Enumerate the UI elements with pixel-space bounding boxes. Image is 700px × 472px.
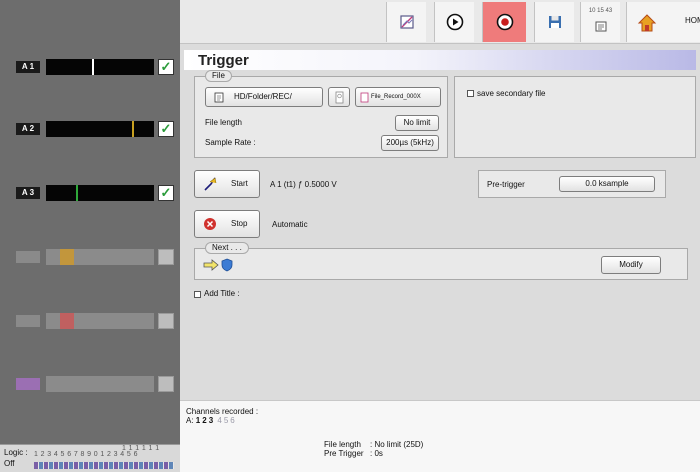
logic-label: Logic : <box>4 448 28 457</box>
logic-bit-strip <box>34 462 174 469</box>
start-trigger-icon <box>204 177 217 191</box>
channel-checkbox[interactable]: ✓ <box>158 59 174 75</box>
record-name-button[interactable]: File_Record_000X <box>355 87 441 107</box>
trace-marker <box>132 121 134 137</box>
document-icon <box>360 92 369 103</box>
stop-icon <box>204 218 216 230</box>
file-length-button[interactable]: No limit <box>395 115 439 131</box>
next-legend: Next . . . <box>205 242 249 254</box>
file-options-button[interactable] <box>328 87 350 107</box>
home-button[interactable]: HOME <box>626 2 700 42</box>
channel-row-6[interactable] <box>16 373 176 395</box>
recording-summary: Channels recorded : A: 123 456 File leng… <box>180 400 700 472</box>
home-label: HOME <box>685 16 700 25</box>
active-channels: 123 <box>195 416 214 425</box>
file-legend: File <box>205 70 232 82</box>
clock-time: 10 15 43 <box>588 8 613 14</box>
channels-prefix: A: <box>186 416 194 425</box>
channel-trace[interactable] <box>46 121 154 137</box>
image-button[interactable] <box>386 2 426 42</box>
channel-row-a1[interactable]: A 1 ✓ <box>16 56 176 78</box>
channel-tag <box>16 378 40 390</box>
logic-numbers: 1 2 3 4 5 6 7 8 9 0 1 2 3 4 5 6 <box>34 451 138 458</box>
channel-trace[interactable] <box>46 376 154 392</box>
channel-checkbox[interactable]: ✓ <box>158 121 174 137</box>
folder-path: HD/Folder/REC/ <box>234 92 292 101</box>
trace-marker <box>60 249 74 265</box>
play-button[interactable] <box>434 2 474 42</box>
record-button[interactable] <box>482 2 526 42</box>
clock-settings-button[interactable]: 10 15 43 <box>580 2 620 42</box>
start-condition: A 1 (t1) ƒ 0.5000 V <box>270 180 337 189</box>
summary-file-length-value: : No limit (25D) <box>370 440 424 449</box>
modify-button[interactable]: Modify <box>601 256 661 274</box>
add-title-label: Add Title : <box>204 289 240 298</box>
secondary-file-group: save secondary file <box>454 76 696 158</box>
logic-channels-strip[interactable]: Logic : Off 1 1 1 1 1 1 1 2 3 4 5 6 7 8 … <box>0 444 180 472</box>
channel-checkbox[interactable] <box>158 376 174 392</box>
trace-marker <box>92 59 94 75</box>
stop-button[interactable]: Stop <box>194 210 260 238</box>
channel-tag <box>16 315 40 327</box>
logic-state: Off <box>4 459 15 468</box>
inactive-channels: 456 <box>217 416 235 425</box>
save-button[interactable] <box>534 2 574 42</box>
channel-tag <box>16 251 40 263</box>
file-group: File HD/Folder/REC/ File_Record_000X Fil… <box>194 70 448 158</box>
pretrigger-value-button[interactable]: 0.0 ksample <box>559 176 655 192</box>
dialog-title: Trigger <box>198 52 249 69</box>
folder-path-button[interactable]: HD/Folder/REC/ <box>205 87 323 107</box>
folder-icon <box>214 92 224 103</box>
channels-recorded-label: Channels recorded : <box>186 407 259 416</box>
stop-label: Stop <box>231 219 248 228</box>
channel-checkbox[interactable]: ✓ <box>158 185 174 201</box>
trace-marker <box>76 185 78 201</box>
channel-checkbox[interactable] <box>158 249 174 265</box>
secondary-file-checkbox[interactable] <box>467 90 474 97</box>
sample-rate-label: Sample Rate : <box>205 138 256 147</box>
home-icon <box>637 14 657 32</box>
channel-tag: A 2 <box>16 123 40 135</box>
channels-recorded-list: A: 123 456 <box>186 416 237 425</box>
floppy-disk-icon <box>548 16 561 28</box>
channel-trace[interactable] <box>46 185 154 201</box>
channel-checkbox[interactable] <box>158 313 174 329</box>
settings-icon <box>595 21 606 32</box>
toolbar: 10 15 43 HOME <box>180 0 700 44</box>
summary-pretrigger-label: Pre Trigger <box>324 449 364 458</box>
trigger-dialog: Trigger File HD/Folder/REC/ File_Record_… <box>180 44 700 400</box>
channel-row-a3[interactable]: A 3 ✓ <box>16 182 176 204</box>
file-properties-icon <box>335 91 344 104</box>
start-label: Start <box>231 179 248 188</box>
channel-row-a2[interactable]: A 2 ✓ <box>16 118 176 140</box>
stop-condition: Automatic <box>272 220 308 229</box>
image-icon <box>399 15 414 29</box>
record-name: File_Record_000X <box>371 94 421 100</box>
record-icon <box>496 13 513 31</box>
channel-row-5[interactable] <box>16 310 176 332</box>
pretrigger-label: Pre-trigger <box>487 180 525 189</box>
next-arrow-icon <box>203 259 219 271</box>
channel-panel: A 1 ✓ A 2 ✓ A 3 ✓ Logic : Off 1 1 1 1 1 … <box>0 0 180 472</box>
file-length-label: File length <box>205 118 242 127</box>
summary-pretrigger-value: : 0s <box>370 449 383 458</box>
sample-rate-button[interactable]: 200µs (5kHz) <box>381 135 439 151</box>
channel-tag: A 3 <box>16 187 40 199</box>
pretrigger-group: Pre-trigger 0.0 ksample <box>478 170 666 198</box>
add-title-checkbox[interactable] <box>194 291 201 298</box>
play-icon <box>446 13 463 31</box>
next-group: Next . . . Modify <box>194 242 688 280</box>
trace-marker <box>60 313 74 329</box>
secondary-file-label: save secondary file <box>477 89 546 98</box>
shield-icon <box>221 258 233 272</box>
channel-tag: A 1 <box>16 61 40 73</box>
channel-trace[interactable] <box>46 249 154 265</box>
channel-row-4[interactable] <box>16 246 176 268</box>
summary-file-length-label: File length <box>324 440 361 449</box>
dialog-titlebar: Trigger <box>184 50 696 70</box>
channel-trace[interactable] <box>46 313 154 329</box>
channel-trace[interactable] <box>46 59 154 75</box>
start-button[interactable]: Start <box>194 170 260 198</box>
